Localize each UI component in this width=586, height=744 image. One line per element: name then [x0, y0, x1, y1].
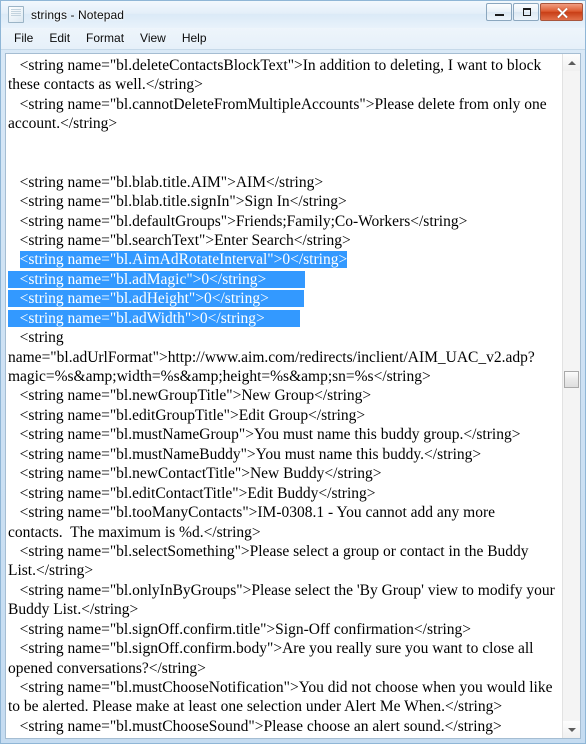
line-text: name="bl.adUrlFormat">http://www.aim.com… — [8, 348, 535, 366]
editor-line[interactable]: <string name="bl.cannotDeleteFromMultipl… — [8, 95, 562, 114]
line-text: to be alerted. Please make at least one … — [8, 698, 503, 716]
text-editor[interactable]: <string name="bl.deleteContactsBlockText… — [6, 54, 562, 738]
line-text: <string name="bl.editContactTitle">Edit … — [8, 484, 376, 502]
close-button[interactable] — [540, 3, 583, 21]
line-text: <string name="bl.deleteContactsBlockText… — [8, 57, 542, 74]
editor-line[interactable]: <string name="bl.mustNameGroup">You must… — [8, 425, 562, 444]
editor-line[interactable]: these contacts as well.</string> — [8, 75, 562, 94]
editor-line[interactable]: to be alerted. Please make at least one … — [8, 697, 562, 716]
minimize-button[interactable] — [486, 3, 512, 21]
editor-line[interactable]: <string — [8, 328, 562, 347]
line-text — [8, 251, 20, 268]
notepad-window: strings - Notepad File Edit Format View … — [0, 0, 586, 744]
line-text: List.</string> — [8, 562, 94, 580]
editor-line[interactable]: <string name="bl.signOff.confirm.body">A… — [8, 639, 562, 658]
editor-line[interactable]: account.</string> — [8, 114, 562, 133]
editor-line[interactable]: <string name="bl.selectSomething">Please… — [8, 542, 562, 561]
editor-line[interactable]: <string name="bl.newContactTitle">New Bu… — [8, 464, 562, 483]
editor-client-area: <string name="bl.deleteContactsBlockText… — [5, 53, 581, 739]
editor-line[interactable]: <string name="bl.tooManyContacts">IM-030… — [8, 503, 562, 522]
window-title: strings - Notepad — [31, 7, 125, 22]
notepad-document-icon — [8, 6, 24, 23]
window-controls — [486, 3, 583, 21]
line-text: these contacts as well.</string> — [8, 76, 203, 94]
editor-line[interactable]: <string name="bl.blab.title.AIM">AIM</st… — [8, 173, 562, 192]
editor-line[interactable]: <string name="bl.AimAdRotateInterval">0<… — [8, 250, 562, 269]
line-text: <string — [8, 329, 64, 347]
line-text: opened conversations?</string> — [8, 659, 206, 677]
selected-text: <string name="bl.adHeight">0</string> — [8, 290, 269, 308]
line-text: Buddy List.</string> — [8, 601, 139, 619]
menu-item-format[interactable]: Format — [78, 29, 132, 48]
line-text: magic=%s&amp;width=%s&amp;height=%s&amp;… — [8, 368, 431, 385]
line-text: <string name="bl.mustChooseSound">Please… — [8, 717, 502, 735]
editor-line[interactable]: <string name="bl.mustChooseNotification"… — [8, 678, 562, 697]
selection-trailing-fill — [268, 290, 304, 308]
line-text: <string name="bl.blab.title.signIn">Sign… — [8, 193, 347, 211]
editor-line[interactable] — [8, 134, 562, 153]
vertical-scrollbar[interactable] — [562, 54, 580, 738]
menu-item-help[interactable]: Help — [174, 29, 215, 48]
editor-line[interactable]: Buddy List.</string> — [8, 600, 562, 619]
menu-item-file[interactable]: File — [6, 29, 41, 48]
line-text: contacts. The maximum is %d.</string> — [8, 523, 261, 541]
editor-line[interactable]: <string name="bl.signOff.confirm.title">… — [8, 620, 562, 639]
line-text: <string name="bl.newGroupTitle">New Grou… — [8, 387, 372, 405]
editor-line[interactable]: opened conversations?</string> — [8, 659, 562, 678]
line-text: <string name="bl.editGroupTitle">Edit Gr… — [8, 406, 366, 424]
editor-line[interactable]: <string name="bl.mustChooseSound">Please… — [8, 717, 562, 736]
line-text: <string name="bl.tooManyContacts">IM-030… — [8, 504, 496, 522]
scrollbar-track[interactable] — [563, 71, 580, 721]
line-text: account.</string> — [8, 115, 118, 133]
line-text: <string name="bl.signOff.confirm.title">… — [8, 620, 472, 638]
editor-line[interactable]: <string name="bl.adWidth">0</string> — [8, 309, 562, 328]
editor-line[interactable]: <string name="bl.mustChooseNotificationM… — [8, 736, 562, 738]
editor-line[interactable]: <string name="bl.mustNameBuddy">You must… — [8, 445, 562, 464]
editor-line[interactable]: magic=%s&amp;width=%s&amp;height=%s&amp;… — [8, 367, 562, 386]
scrollbar-thumb[interactable] — [564, 371, 579, 388]
selection-trailing-fill — [266, 270, 306, 288]
editor-line[interactable]: <string name="bl.newGroupTitle">New Grou… — [8, 386, 562, 405]
line-text: <string name="bl.mustChooseNotificationM… — [8, 737, 507, 738]
menu-bar: File Edit Format View Help — [1, 28, 585, 50]
line-text: <string name="bl.mustChooseNotification"… — [8, 679, 553, 696]
editor-line[interactable]: <string name="bl.onlyInByGroups">Please … — [8, 581, 562, 600]
editor-line[interactable]: List.</string> — [8, 561, 562, 580]
editor-line[interactable]: <string name="bl.editGroupTitle">Edit Gr… — [8, 406, 562, 425]
menu-item-view[interactable]: View — [132, 29, 174, 48]
editor-line[interactable]: <string name="bl.adHeight">0</string> — [8, 289, 562, 308]
line-text: <string name="bl.newContactTitle">New Bu… — [8, 465, 382, 483]
editor-line[interactable]: <string name="bl.adMagic">0</string> — [8, 270, 562, 289]
selected-text: <string name="bl.AimAdRotateInterval">0<… — [19, 251, 348, 269]
line-text: <string name="bl.mustNameBuddy">You must… — [8, 445, 482, 463]
line-text: <string name="bl.cannotDeleteFromMultipl… — [8, 95, 547, 113]
text-content[interactable]: <string name="bl.deleteContactsBlockText… — [6, 56, 562, 738]
selected-text: <string name="bl.adMagic">0</string> — [8, 270, 267, 288]
editor-line[interactable]: <string name="bl.deleteContactsBlockText… — [8, 56, 562, 75]
menu-item-edit[interactable]: Edit — [41, 29, 78, 48]
line-text: <string name="bl.mustNameGroup">You must… — [8, 426, 521, 444]
maximize-button[interactable] — [513, 3, 539, 21]
chevron-up-icon — [568, 61, 576, 65]
editor-line[interactable]: name="bl.adUrlFormat">http://www.aim.com… — [8, 348, 562, 367]
editor-line[interactable]: <string name="bl.blab.title.signIn">Sign… — [8, 192, 562, 211]
editor-line[interactable]: <string name="bl.searchText">Enter Searc… — [8, 231, 562, 250]
scroll-up-arrow-button[interactable] — [563, 54, 580, 71]
line-text: <string name="bl.defaultGroups">Friends;… — [8, 212, 468, 230]
chevron-down-icon — [568, 728, 576, 732]
scroll-down-arrow-button[interactable] — [563, 721, 580, 738]
selected-text: <string name="bl.adWidth">0</string> — [8, 309, 265, 327]
selection-trailing-fill — [264, 309, 300, 327]
editor-line[interactable] — [8, 153, 562, 172]
editor-line[interactable]: <string name="bl.editContactTitle">Edit … — [8, 484, 562, 503]
line-text: <string name="bl.searchText">Enter Searc… — [8, 231, 351, 249]
line-text: <string name="bl.onlyInByGroups">Please … — [8, 581, 555, 599]
title-bar[interactable]: strings - Notepad — [1, 1, 585, 28]
editor-line[interactable]: <string name="bl.defaultGroups">Friends;… — [8, 212, 562, 231]
line-text: <string name="bl.blab.title.AIM">AIM</st… — [8, 173, 324, 191]
line-text: <string name="bl.signOff.confirm.body">A… — [8, 640, 534, 658]
line-text: <string name="bl.selectSomething">Please… — [8, 542, 529, 560]
editor-line[interactable]: contacts. The maximum is %d.</string> — [8, 523, 562, 542]
